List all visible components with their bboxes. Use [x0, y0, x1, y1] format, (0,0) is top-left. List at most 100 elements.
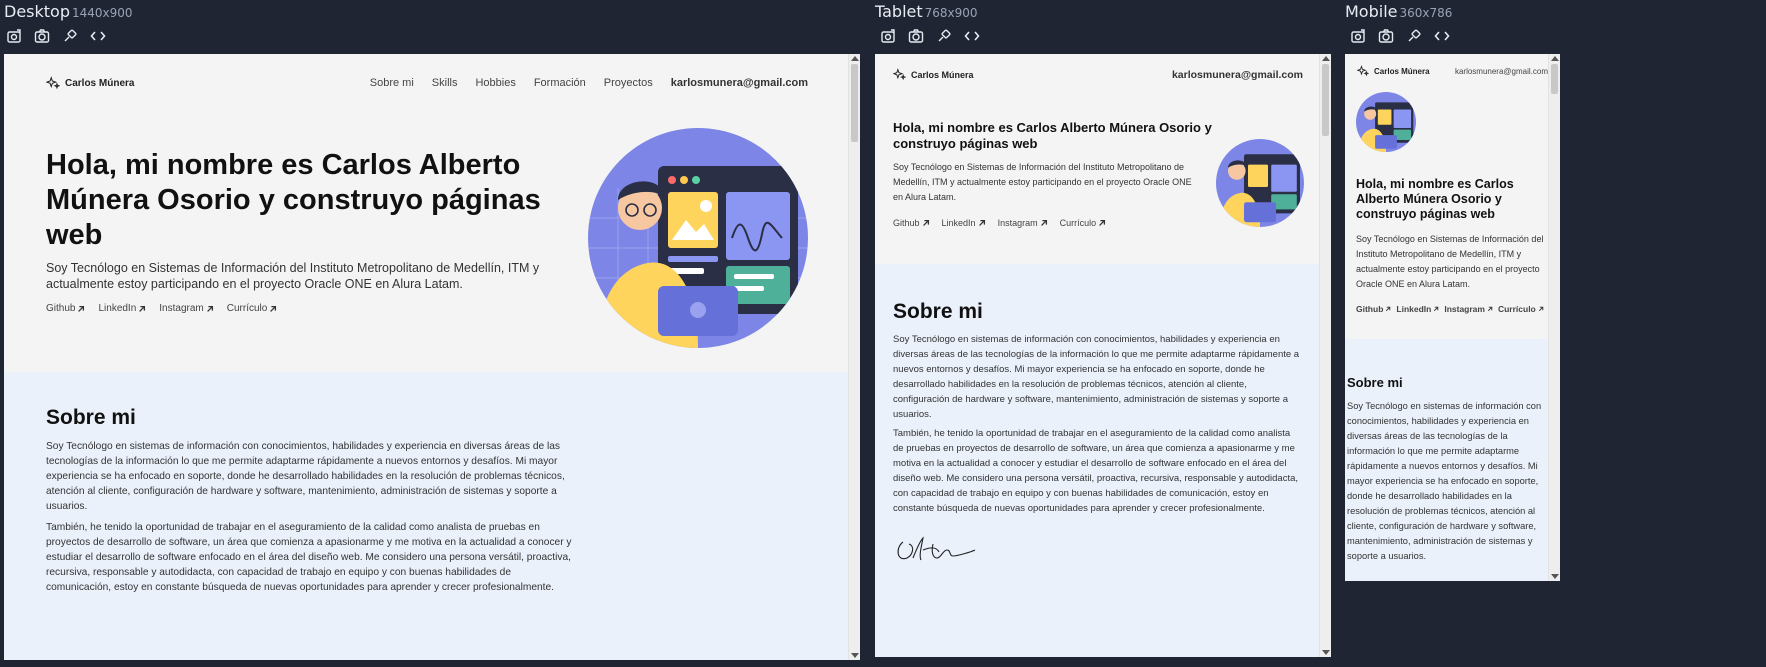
mobile-label: Mobile 360x786: [1345, 2, 1452, 21]
github-link[interactable]: Github: [893, 218, 930, 228]
device-name: Desktop: [4, 2, 70, 21]
site-logo[interactable]: Carlos Múnera: [46, 76, 134, 90]
scroll-up-icon[interactable]: [1322, 56, 1330, 61]
nav-formacion[interactable]: Formación: [534, 77, 586, 89]
nav-skills[interactable]: Skills: [432, 77, 458, 89]
code-icon[interactable]: [964, 28, 980, 44]
site-logo[interactable]: Carlos Múnera: [893, 68, 974, 81]
github-label: Github: [893, 218, 920, 228]
instagram-label: Instagram: [997, 218, 1038, 228]
rotate-icon[interactable]: [936, 28, 952, 44]
hero-illustration: [588, 128, 808, 348]
sobre-section: Sobre mi Soy Tecnólogo en sistemas de in…: [4, 372, 848, 660]
tablet-frame: Carlos Múnera karlosmunera@gmail.com Hol…: [875, 54, 1331, 657]
hero-text: Soy Tecnólogo en Sistemas de Información…: [1356, 234, 1544, 289]
signature-image: [897, 536, 976, 561]
screenshot-icon[interactable]: [6, 28, 22, 44]
sparkle-icon: [893, 68, 906, 81]
curriculo-label: Currículo: [1059, 218, 1097, 228]
mobile-frame: Carlos Múnera karlosmunera@gmail.com Hol…: [1345, 54, 1560, 581]
sparkle-icon: [1357, 65, 1369, 77]
desktop-frame: Carlos Múnera Sobre mi Skills Hobbies Fo…: [4, 54, 860, 660]
code-icon[interactable]: [90, 28, 106, 44]
linkedin-label: LinkedIn: [98, 303, 137, 314]
tablet-scrollbar[interactable]: [1319, 54, 1331, 657]
code-icon[interactable]: [1434, 28, 1450, 44]
rotate-icon[interactable]: [62, 28, 78, 44]
hero-text: Soy Tecnólogo en Sistemas de Información…: [46, 261, 540, 291]
device-name: Mobile: [1345, 2, 1398, 21]
linkedin-link[interactable]: LinkedIn: [98, 303, 146, 314]
curriculo-label: Currículo: [226, 303, 268, 314]
email-link[interactable]: karlosmunera@gmail.com: [671, 77, 808, 89]
tablet-preview: Tablet 768x900 Carlos Múnera karlosmunera…: [870, 0, 1340, 667]
mobile-scrollbar[interactable]: [1548, 54, 1560, 581]
logo-text: Carlos Múnera: [911, 69, 974, 80]
linkedin-link[interactable]: LinkedIn: [1396, 304, 1439, 314]
sobre-paragraph-1: Soy Tecnólogo en sistemas de información…: [893, 334, 1300, 420]
external-arrow-icon: [206, 305, 213, 312]
linkedin-label: LinkedIn: [941, 218, 976, 228]
external-arrow-icon: [270, 305, 277, 312]
instagram-link[interactable]: Instagram: [159, 303, 213, 314]
scroll-thumb[interactable]: [1322, 64, 1329, 136]
external-arrow-icon: [1099, 219, 1106, 226]
camera-icon[interactable]: [908, 28, 924, 44]
github-link[interactable]: Github: [46, 303, 85, 314]
scroll-down-icon[interactable]: [1551, 574, 1559, 579]
instagram-label: Instagram: [1444, 304, 1485, 314]
github-label: Github: [1356, 304, 1384, 314]
scroll-up-icon[interactable]: [1551, 56, 1559, 61]
github-link[interactable]: Github: [1356, 304, 1391, 314]
logo-text: Carlos Múnera: [65, 77, 135, 89]
scroll-down-icon[interactable]: [851, 653, 859, 658]
site-logo[interactable]: Carlos Múnera: [1357, 65, 1430, 77]
instagram-link[interactable]: Instagram: [998, 218, 1048, 228]
desktop-scrollbar[interactable]: [848, 54, 860, 660]
email-link[interactable]: karlosmunera@gmail.com: [1172, 69, 1303, 81]
curriculo-link[interactable]: Currículo: [227, 303, 278, 314]
logo-text: Carlos Múnera: [1374, 66, 1430, 76]
instagram-label: Instagram: [159, 303, 204, 314]
hero-title: Hola, mi nombre es Carlos Alberto Múnera…: [46, 149, 541, 251]
external-arrow-icon: [1040, 219, 1047, 226]
screenshot-icon[interactable]: [1350, 28, 1366, 44]
github-label: Github: [46, 303, 76, 314]
hero-title: Hola, mi nombre es Carlos Alberto Múnera…: [1356, 177, 1514, 221]
curriculo-link[interactable]: Currículo: [1060, 218, 1107, 228]
mobile-preview: Mobile 360x786 Carlos Múnera karlosmunera…: [1341, 0, 1566, 667]
rotate-icon[interactable]: [1406, 28, 1422, 44]
scroll-up-icon[interactable]: [851, 56, 859, 61]
external-arrow-icon: [922, 219, 929, 226]
instagram-link[interactable]: Instagram: [1444, 304, 1493, 314]
hero-illustration: [1216, 139, 1304, 227]
social-links: Github LinkedIn Instagram Currículo: [1356, 304, 1544, 314]
device-dims: 1440x900: [71, 6, 133, 20]
sobre-paragraph-1: Soy Tecnólogo en sistemas de información…: [1347, 401, 1542, 561]
scroll-thumb[interactable]: [851, 64, 858, 142]
sobre-paragraph-1: Soy Tecnólogo en sistemas de información…: [46, 441, 565, 512]
nav-sobre-mi[interactable]: Sobre mi: [370, 77, 414, 89]
device-name: Tablet: [875, 2, 923, 21]
external-arrow-icon: [139, 305, 146, 312]
desktop-preview: Desktop 1440x900 Carlos Múnera Sobre mi S…: [0, 0, 860, 667]
screenshot-icon[interactable]: [880, 28, 896, 44]
sparkle-icon: [46, 76, 60, 90]
nav-hobbies[interactable]: Hobbies: [475, 77, 515, 89]
scroll-thumb[interactable]: [1551, 64, 1558, 94]
site-header: Carlos Múnera karlosmunera@gmail.com: [1357, 65, 1548, 77]
curriculo-link[interactable]: Currículo: [1498, 304, 1544, 314]
camera-icon[interactable]: [34, 28, 50, 44]
nav-proyectos[interactable]: Proyectos: [604, 77, 653, 89]
scroll-down-icon[interactable]: [1322, 650, 1330, 655]
external-arrow-icon: [1487, 306, 1493, 312]
linkedin-link[interactable]: LinkedIn: [942, 218, 986, 228]
external-arrow-icon: [978, 219, 985, 226]
email-link[interactable]: karlosmunera@gmail.com: [1455, 67, 1548, 76]
hero-title: Hola, mi nombre es Carlos Alberto Múnera…: [893, 120, 1212, 151]
sobre-paragraph-2: También, he tenido la oportunidad de tra…: [893, 428, 1299, 514]
sobre-title: Sobre mi: [1347, 375, 1403, 390]
device-dims: 768x900: [924, 6, 978, 20]
camera-icon[interactable]: [1378, 28, 1394, 44]
tablet-toolbar: [880, 28, 980, 44]
